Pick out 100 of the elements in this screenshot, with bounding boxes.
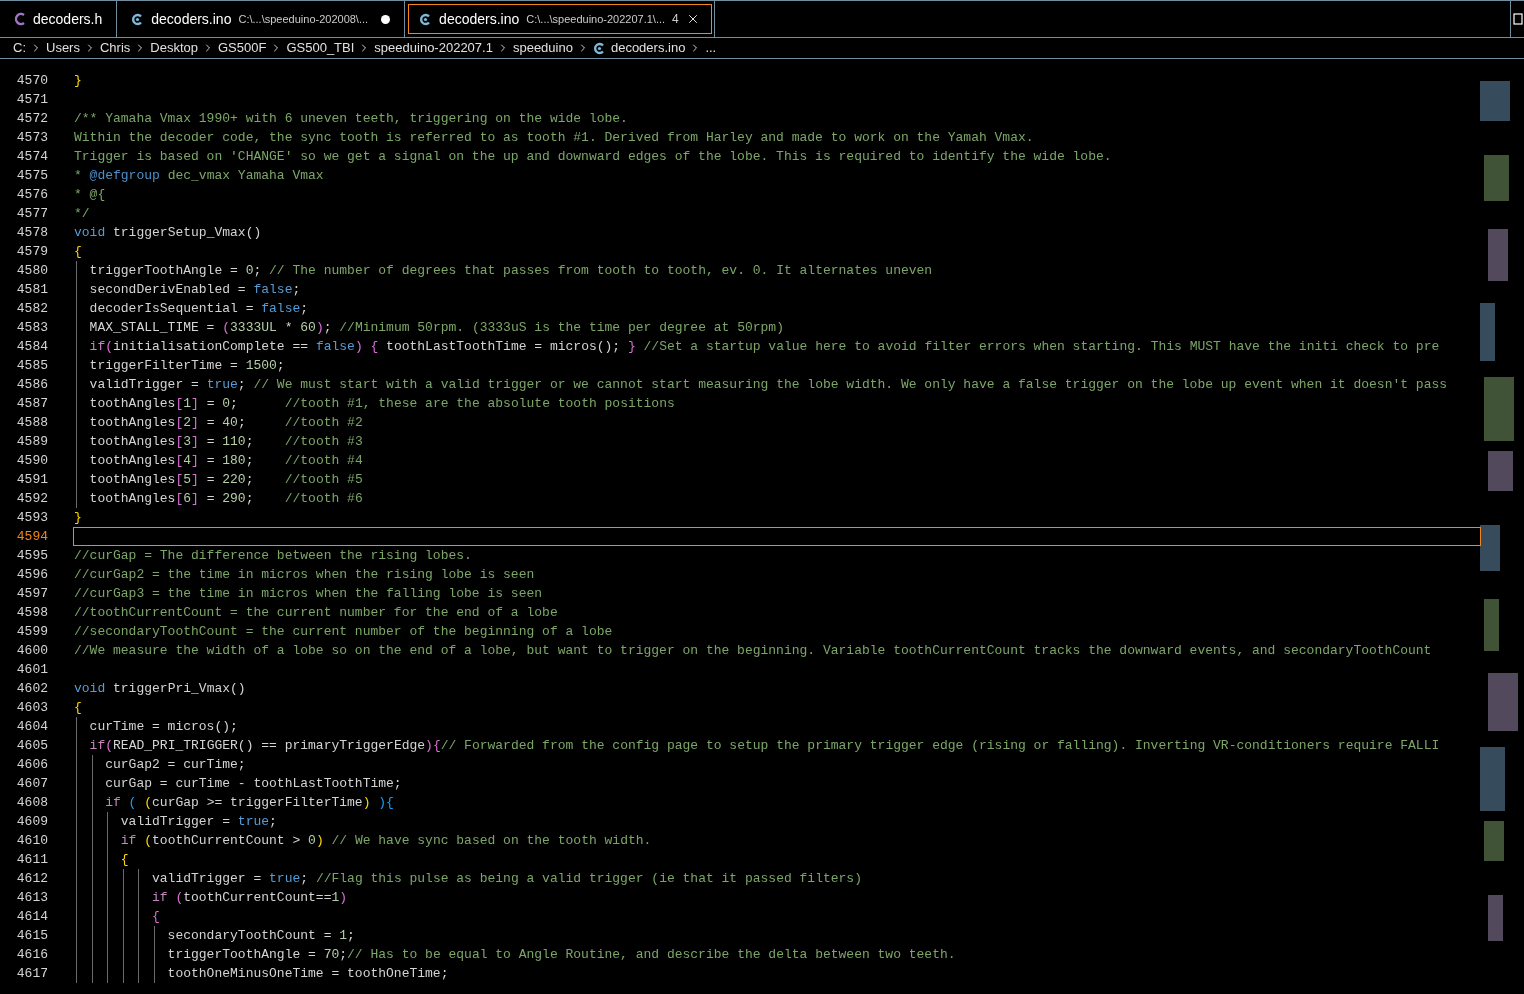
code-token: } <box>74 73 82 88</box>
code-token: true <box>206 377 238 392</box>
code-token: 3 <box>183 434 192 449</box>
line-number: 4570 <box>16 72 48 90</box>
code-token: = <box>205 491 216 506</box>
code-token: validTrigger = <box>88 377 200 392</box>
breadcrumb-item[interactable]: speeduino-202207.1 <box>374 38 493 58</box>
line-number: 4589 <box>16 433 48 451</box>
line-number: 4603 <box>16 699 48 717</box>
code-token: 220 <box>222 472 246 487</box>
line-number: 4572 <box>16 110 48 128</box>
code-token: decoderIsSequential = <box>88 301 255 316</box>
editor-tab[interactable]: decoders.h <box>0 1 118 37</box>
code-token: [ <box>175 491 184 506</box>
code-token: ; <box>347 928 355 943</box>
code-token: = <box>205 453 216 468</box>
line-number: 4585 <box>16 357 48 375</box>
line-number: 4576 <box>16 186 48 204</box>
code-token: //tooth #5 <box>284 472 363 487</box>
code-token: [ <box>175 453 184 468</box>
code-token: ; <box>300 871 310 886</box>
code-token: { <box>74 700 82 715</box>
code-token: void <box>74 225 106 240</box>
breadcrumb-item[interactable]: Users <box>46 38 80 58</box>
code-token: //curGap2 = the time in micros when the rising lobe is seen <box>74 567 535 582</box>
line-number: 4596 <box>16 566 48 584</box>
line-number: 4602 <box>16 680 48 698</box>
breadcrumb-item[interactable]: speeduino <box>512 38 573 58</box>
code-token: //Set a startup value here to avoid filter errors when starting. This MUST have the initi check to pre <box>643 339 1440 354</box>
code-token: ; <box>323 320 333 335</box>
code-token: { <box>74 244 82 259</box>
code-token: toothLastToothTime = micros(); <box>385 339 622 354</box>
line-number: 4584 <box>16 338 48 356</box>
breadcrumb-item[interactable]: GS500_TBI <box>286 38 355 58</box>
code-token: 2 <box>183 415 192 430</box>
code-token: * <box>283 320 294 335</box>
code-token: 6 <box>183 491 192 506</box>
code-token: //tooth #6 <box>284 491 363 506</box>
code-token: ; <box>276 358 285 373</box>
code-token: //curGap3 = the time in micros when the falling lobe is seen <box>74 586 543 601</box>
code-token: 60 <box>300 320 316 335</box>
code-token: ; <box>245 491 255 506</box>
breadcrumb-item[interactable]: C: <box>13 38 26 58</box>
code-token: 110 <box>222 434 246 449</box>
code-token: 0 <box>222 396 231 411</box>
code-token: */ <box>74 206 90 221</box>
code-token: 3333UL <box>230 320 277 335</box>
code-token: //Minimum 50rpm. (3333uS is the time per degree at 50rpm) <box>339 320 784 335</box>
code-token: = <box>205 396 216 411</box>
code-token: ( <box>222 320 231 335</box>
code-token: //tooth #3 <box>284 434 363 449</box>
line-number: 4613 <box>16 889 48 907</box>
code-token: ] <box>191 415 199 430</box>
line-number: 4610 <box>16 832 48 850</box>
line-number: 4607 <box>16 775 48 793</box>
code-token: @defgroup <box>89 168 160 183</box>
line-number: 4606 <box>16 756 48 774</box>
code-token: 40 <box>222 415 238 430</box>
code-token: [ <box>175 434 184 449</box>
breadcrumb-item[interactable]: GS500F <box>218 38 267 58</box>
code-token: ; <box>245 434 255 449</box>
code-token: if <box>88 339 106 354</box>
line-number: 4592 <box>16 490 48 508</box>
code-token: ; <box>339 947 348 962</box>
line-number: 4611 <box>16 851 48 869</box>
line-number: 4617 <box>16 965 48 983</box>
code-token: ) <box>315 833 325 848</box>
code-token: // Has to be equal to Angle Routine, and describe the delta between two teeth. <box>347 947 956 962</box>
code-token: ; <box>237 415 247 430</box>
line-number: 4573 <box>16 129 48 147</box>
line-number: 4582 <box>16 300 48 318</box>
breadcrumb-item[interactable]: Desktop <box>150 38 198 58</box>
tab-filename: decoders.ino <box>439 9 520 29</box>
line-number: 4600 <box>16 642 48 660</box>
code-token: ( <box>144 833 153 848</box>
code-token: triggerToothAngle = <box>166 947 317 962</box>
code-token: false <box>253 282 293 297</box>
code-token: // We have sync based on the tooth width. <box>331 833 652 848</box>
tab-filename: decoders.ino <box>151 9 232 29</box>
code-token: 180 <box>222 453 246 468</box>
code-token: ( <box>128 795 138 810</box>
code-token: ; <box>253 263 263 278</box>
code-token: if <box>88 738 106 753</box>
code-token: toothAngles <box>88 396 176 411</box>
breadcrumb-item[interactable]: ... <box>705 38 717 58</box>
code-token: { <box>151 909 160 924</box>
editor-tab[interactable]: decoders.ino C:\...\speeduino-202008\... <box>117 1 406 37</box>
editor-tab[interactable]: decoders.ino C:\...\speeduino-202207.1\... 4 <box>405 1 715 37</box>
code-token: ; <box>245 453 255 468</box>
code-token: 1 <box>331 890 340 905</box>
code-token: READ_PRI_TRIGGER() == primaryTriggerEdge <box>113 738 426 753</box>
line-number: 4575 <box>16 167 48 185</box>
code-token: false <box>315 339 355 354</box>
code-token: = <box>205 434 216 449</box>
breadcrumb-item[interactable]: Chris <box>99 38 131 58</box>
breadcrumb-item[interactable]: decoders.ino <box>592 38 686 58</box>
code-token: secondaryToothCount = <box>166 928 333 943</box>
tab-path: C:\...\speeduino-202207.1\... <box>526 11 666 27</box>
line-number: 4580 <box>16 262 48 280</box>
code-token: triggerPri_Vmax() <box>112 681 246 696</box>
